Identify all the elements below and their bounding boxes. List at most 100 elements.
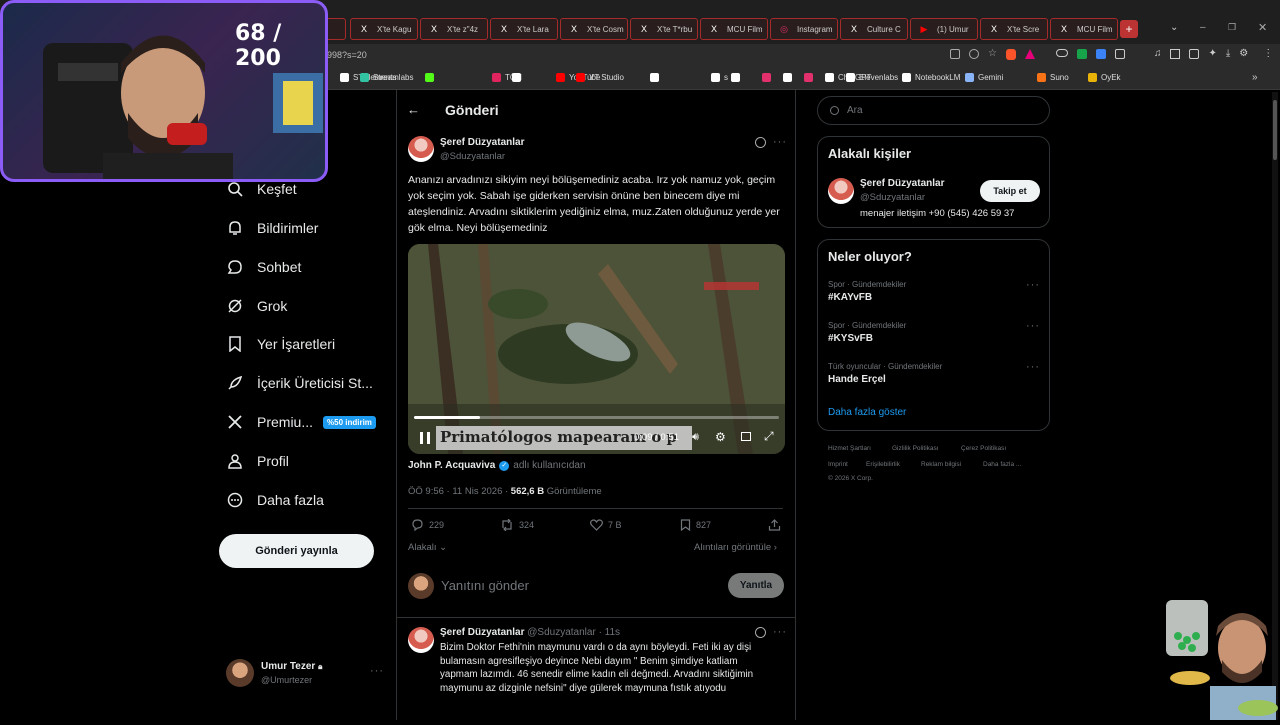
nav-item[interactable]: Profil [226,447,289,475]
footer-link[interactable]: Hizmet Şartları [828,445,871,452]
account-more-icon[interactable]: ··· [370,665,384,677]
nav-item[interactable]: Grok [226,292,287,320]
volume-icon[interactable]: 🔊︎ [692,431,699,444]
post-button[interactable]: Gönderi yayınla [219,534,374,568]
pause-icon[interactable] [420,432,430,444]
nav-item[interactable]: Premiu... %50 indirim [226,408,376,436]
post-more-icon[interactable]: ··· [773,136,787,148]
download-icon[interactable]: ⤓ [1226,49,1230,60]
bookmark-item[interactable]: Suno [1037,73,1069,82]
footer-link[interactable]: Çerez Politikası [961,445,1006,452]
wallet-icon[interactable] [1189,49,1200,59]
bookmark-item[interactable]: Streamlabs [360,73,413,82]
restore-icon[interactable]: ❐ [1228,22,1236,33]
repost-action[interactable]: 324 [500,519,534,531]
show-more-link[interactable]: Daha fazla göster [828,407,906,418]
bookmarks-overflow-icon[interactable]: » [1252,72,1258,83]
picture-in-picture-icon[interactable] [741,432,751,441]
bookmark-item[interactable]: Gemini [965,73,1003,82]
scrollbar-thumb[interactable] [1273,100,1277,160]
related-handle[interactable]: @Sduzyatanlar [860,192,925,203]
trend-item[interactable]: Türk oyuncular · Gündemdekiler Hande Erçe… [828,361,1040,385]
bookmark-item[interactable] [804,73,817,82]
nav-item[interactable]: Daha fazla [226,486,324,514]
author-handle[interactable]: @Sduzyatanlar [440,151,505,162]
puzzle-icon[interactable] [1114,49,1125,59]
media-icon[interactable]: ♫ [1154,49,1162,60]
bookmark-item[interactable] [425,73,438,82]
reply-input[interactable]: Yanıtını gönder [441,578,711,596]
bookmark-item[interactable]: s [711,73,728,82]
close-window-icon[interactable]: ✕ [1258,21,1267,34]
related-avatar[interactable] [828,178,854,204]
tab-list-icon[interactable]: ⌄ [1170,22,1178,33]
bookmark-item[interactable]: Elevenlabs [846,73,898,82]
bookmark-item[interactable]: YT Studio [576,73,624,82]
browser-tab[interactable]: X MCU Film [1050,18,1118,40]
browser-tab[interactable]: ◎ Instagram [770,18,838,40]
post-video[interactable]: Primatólogos mapearam o p 0:09 / 0:51 🔊︎… [408,244,785,454]
browser-tab[interactable]: X X'te Lara [490,18,558,40]
share-action[interactable] [768,519,786,531]
trend-item[interactable]: Spor · Gündemdekiler #KYSvFB ··· [828,320,1040,344]
star-icon[interactable]: ☆ [988,49,997,60]
bookmark-item[interactable] [512,73,525,82]
minimize-icon[interactable]: – [1200,22,1206,33]
footer-link[interactable]: Gizlilik Politikası [892,445,939,452]
video-settings-icon[interactable]: ⚙ [715,430,726,444]
reply-action[interactable]: 229 [411,519,444,531]
bookmark-action[interactable]: 827 [680,519,711,531]
grok-icon[interactable] [755,627,766,638]
bookmark-item[interactable] [731,73,744,82]
author-avatar[interactable] [408,136,434,162]
trend-item[interactable]: Spor · Gündemdekiler #KAYvFB ··· [828,279,1040,303]
browser-tab[interactable]: X X'te Kagu [350,18,418,40]
footer-link[interactable]: Daha fazla ... [983,461,1021,468]
account-switcher[interactable]: Umur Tezer 🔒︎ @Umurtezer ··· [226,659,386,689]
footer-link[interactable]: Erişilebilirlik [866,461,900,468]
search-input[interactable]: Ara [817,96,1050,125]
sparkle-icon[interactable]: ✦ [1208,49,1216,60]
reply-author-handle[interactable]: @Sduzyatanlar · 11s [527,627,620,638]
new-tab-button[interactable]: + [1120,20,1138,38]
nav-item[interactable]: Sohbet [226,253,301,281]
reply-author-avatar[interactable] [408,627,434,653]
author-name[interactable]: Şeref Düzyatanlar [440,137,524,148]
browser-tab[interactable]: X X'te Scre [980,18,1048,40]
browser-tab[interactable]: X X'te z"4z [420,18,488,40]
trend-more-icon[interactable]: ··· [1026,361,1040,373]
reply-more-icon[interactable]: ··· [773,626,787,638]
browser-tab[interactable]: X MCU Film [700,18,768,40]
related-name[interactable]: Şeref Düzyatanlar [860,178,944,189]
triangle-icon[interactable] [1024,49,1035,59]
source-user[interactable]: John P. Acquaviva [408,460,495,471]
sort-dropdown[interactable]: Alakalı ⌄ [408,542,447,553]
screen-icon[interactable] [950,49,960,59]
reply-author-name[interactable]: Şeref Düzyatanlar [440,627,524,638]
glasses-icon[interactable] [1055,49,1068,57]
bookmark-item[interactable] [762,73,775,82]
browser-tab[interactable]: X X'te T*rbu [630,18,698,40]
bookmark-item[interactable]: OyEk [1088,73,1121,82]
browser-tab[interactable]: X X'te Cosm [560,18,628,40]
trend-more-icon[interactable]: ··· [1026,279,1040,291]
browser-tab[interactable]: X Culture C [840,18,908,40]
nav-item[interactable]: Bildirimler [226,214,318,242]
nav-item[interactable]: Keşfet [226,175,297,203]
browser-tab[interactable]: ▶ (1) Umur [910,18,978,40]
reply-button[interactable]: Yanıtla [728,573,784,598]
nav-item[interactable]: Yer İşaretleri [226,330,335,358]
green-ext-icon[interactable] [1076,49,1087,59]
menu-icon[interactable]: ⋮ [1263,49,1273,60]
brave-icon[interactable] [1005,49,1016,60]
grok-icon[interactable] [755,137,766,148]
sidebar-icon[interactable] [1170,49,1181,59]
back-arrow-icon[interactable]: ← [407,102,420,117]
nav-item[interactable]: İçerik Üreticisi St... [226,369,373,397]
like-action[interactable]: 7 B [590,519,622,531]
share-icon[interactable] [969,49,979,59]
trend-more-icon[interactable]: ··· [1026,320,1040,332]
translate-icon[interactable] [1095,49,1106,59]
bookmark-item[interactable] [650,73,663,82]
post-timestamp[interactable]: ÖÖ 9:56 · 11 Nis 2026 · [408,486,508,497]
